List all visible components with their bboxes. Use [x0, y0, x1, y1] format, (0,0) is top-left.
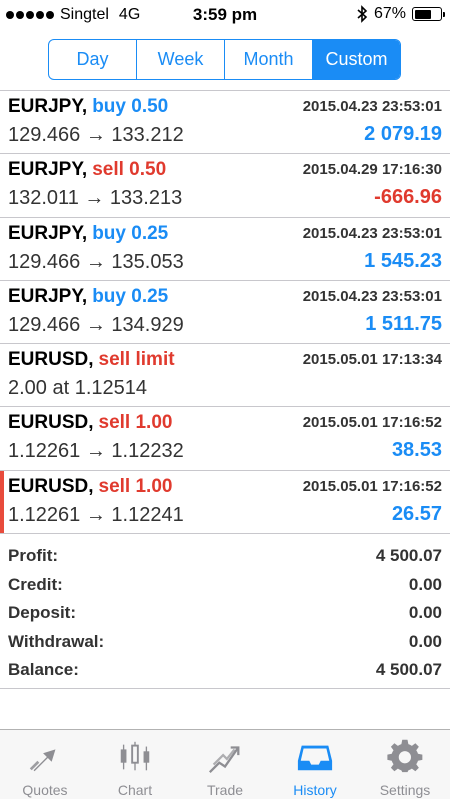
summary-row: Credit: 0.00 [8, 571, 442, 600]
deal-row[interactable]: EURJPY, buy 0.25 2015.04.23 23:53:01 129.46… [0, 218, 450, 281]
deal-date: 2015.04.23 23:53:01 [302, 224, 442, 242]
deal-action: sell 0.50 [92, 159, 167, 181]
deal-title: EURUSD, sell 1.00 [8, 476, 172, 498]
deal-profit: 1 545.23 [364, 249, 442, 272]
tabbar-label: Chart [117, 782, 153, 798]
deal-date: 2015.05.01 17:16:52 [302, 477, 442, 495]
deal-date: 2015.04.23 23:53:01 [302, 287, 442, 305]
deal-row[interactable]: EURUSD, sell 1.00 2015.05.01 17:16:52 1.122… [0, 407, 450, 471]
deal-action: buy 0.50 [92, 96, 169, 117]
summary-label: Credit: [8, 574, 63, 594]
tabbar-item-chart[interactable]: Chart [90, 730, 180, 799]
summary-row: Deposit: 0.00 [8, 599, 442, 628]
tab-custom[interactable]: Custom [313, 40, 400, 79]
period-segmented-control: Day Week Month Custom [48, 39, 401, 80]
deal-action: sell limit [98, 349, 175, 371]
summary-row: Balance: 4 500.07 [8, 656, 442, 685]
status-right: 67% [356, 5, 445, 23]
deal-symbol: EURUSD, [8, 349, 94, 371]
account-summary: Profit: 4 500.07 Credit: 0.00 Deposit: 0.00 Wi… [0, 540, 450, 689]
deal-date: 2015.05.01 17:13:34 [302, 351, 442, 369]
deal-prices: 2.00 at 1.12514 [8, 377, 148, 400]
tab-month[interactable]: Month [225, 40, 313, 79]
summary-label: Balance: [8, 660, 79, 680]
tab-week[interactable]: Week [137, 40, 225, 79]
deal-title: EURJPY, buy 0.25 [8, 286, 168, 308]
status-bar: Singtel 4G 3:59 pm 67% [0, 0, 450, 30]
tabbar-label: Trade [206, 782, 244, 798]
deal-row[interactable]: EURJPY, buy 0.50 2015.04.23 23:53:01 129.46… [0, 91, 450, 155]
deal-history-list: EURJPY, buy 0.50 2015.04.23 23:53:01 129.46… [0, 90, 450, 535]
tabbar-label: Quotes [22, 782, 68, 798]
summary-value: 0.00 [408, 603, 442, 623]
deal-title: EURJPY, buy 0.25 [8, 223, 168, 245]
deal-action: sell 1.00 [98, 475, 173, 497]
deal-row[interactable]: EURUSD, sell 1.00 2015.05.01 17:16:52 1.122… [0, 470, 450, 535]
summary-label: Profit: [8, 546, 59, 566]
deal-title: EURUSD, sell limit [8, 349, 175, 371]
deal-prices: 1.12261 → 1.12241 [8, 503, 184, 526]
deal-date: 2015.05.01 17:16:52 [302, 414, 442, 432]
tab-bar: Quotes Chart Trade History Settings [0, 729, 450, 799]
deal-action: buy 0.25 [92, 285, 169, 307]
tabbar-label: Settings [379, 782, 431, 798]
summary-value: 0.00 [408, 574, 442, 594]
deal-action: buy 0.25 [92, 222, 169, 244]
deal-profit: 2 079.19 [364, 123, 442, 145]
tab-day[interactable]: Day [49, 40, 137, 79]
deal-date: 2015.04.23 23:53:01 [302, 98, 442, 115]
summary-value: 4 500.07 [375, 546, 442, 566]
tabbar-item-settings[interactable]: Settings [360, 730, 450, 799]
deal-title: EURJPY, sell 0.50 [8, 159, 166, 181]
deal-symbol: EURJPY, [8, 285, 88, 307]
summary-label: Withdrawal: [8, 631, 105, 651]
deal-profit: 38.53 [391, 439, 442, 462]
deal-date: 2015.04.29 17:16:30 [302, 161, 442, 179]
summary-row: Withdrawal: 0.00 [8, 628, 442, 657]
chart-icon [116, 738, 154, 782]
battery-fill [414, 9, 432, 19]
deal-title: EURJPY, buy 0.50 [8, 96, 168, 118]
deal-prices: 1.12261 → 1.12232 [8, 440, 184, 463]
deal-row[interactable]: EURJPY, sell 0.50 2015.04.29 17:16:30 132.0… [0, 154, 450, 218]
deal-prices: 129.466 → 134.929 [8, 313, 184, 336]
summary-value: 4 500.07 [375, 660, 442, 680]
deal-symbol: EURUSD, [8, 412, 94, 434]
deal-symbol: EURJPY, [8, 222, 88, 244]
battery-icon [412, 7, 445, 21]
quotes-icon [26, 738, 64, 782]
deal-row[interactable]: EURJPY, buy 0.25 2015.04.23 23:53:01 129.46… [0, 281, 450, 345]
tabbar-item-trade[interactable]: Trade [180, 730, 270, 799]
deal-symbol: EURUSD, [8, 475, 94, 497]
deal-symbol: EURJPY, [8, 159, 88, 181]
tabbar-label: History [293, 782, 337, 798]
battery-percent: 67% [373, 5, 406, 22]
deal-profit: 1 511.75 [365, 312, 442, 335]
deal-profit: -666.96 [374, 186, 442, 209]
deal-row[interactable]: EURUSD, sell limit 2015.05.01 17:13:34 2.00… [0, 344, 450, 408]
tabbar-item-history[interactable]: History [270, 730, 360, 799]
deal-prices: 132.011 → 133.213 [8, 187, 183, 210]
deal-symbol: EURJPY, [8, 96, 88, 117]
deal-action: sell 1.00 [98, 412, 173, 434]
settings-icon [386, 738, 424, 782]
tabbar-item-quotes[interactable]: Quotes [0, 730, 90, 799]
deal-title: EURUSD, sell 1.00 [8, 412, 172, 434]
deal-profit: 26.57 [391, 502, 442, 525]
summary-row: Profit: 4 500.07 [8, 542, 442, 571]
deal-prices: 129.466 → 135.053 [8, 250, 184, 273]
trade-icon [206, 738, 244, 782]
summary-value: 0.00 [408, 631, 442, 651]
bluetooth-icon [357, 5, 368, 23]
history-icon [296, 738, 334, 782]
deal-prices: 129.466 → 133.212 [8, 124, 184, 146]
summary-label: Deposit: [8, 603, 76, 623]
